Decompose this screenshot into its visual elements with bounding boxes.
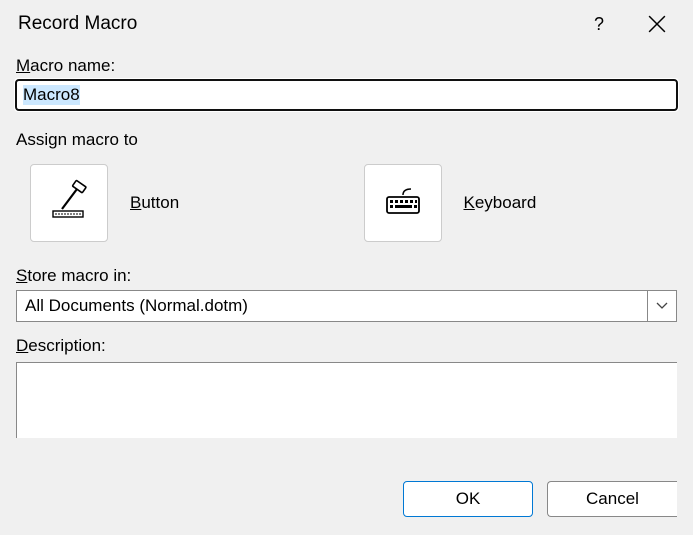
assign-section: Assign macro to <box>16 130 677 242</box>
dialog-buttons: OK Cancel <box>0 469 693 535</box>
assign-label: Assign macro to <box>16 130 677 150</box>
store-label: Store macro in: <box>16 266 677 286</box>
macro-name-input[interactable] <box>16 80 677 110</box>
close-icon[interactable] <box>645 12 669 36</box>
store-select[interactable]: All Documents (Normal.dotm) <box>16 290 677 322</box>
help-icon[interactable]: ? <box>589 14 609 35</box>
assign-button-button[interactable] <box>30 164 108 242</box>
assign-keyboard-button[interactable] <box>364 164 442 242</box>
description-section: Description: <box>16 336 677 443</box>
hammer-icon <box>47 179 91 228</box>
titlebar: Record Macro ? <box>0 0 693 48</box>
store-section: Store macro in: All Documents (Normal.do… <box>16 266 677 322</box>
store-select-value: All Documents (Normal.dotm) <box>16 290 647 322</box>
assign-options: Button <box>16 164 677 242</box>
keyboard-icon <box>381 179 425 228</box>
record-macro-dialog: Record Macro ? Macro name: Assign macro … <box>0 0 693 535</box>
dialog-title: Record Macro <box>18 13 589 35</box>
dialog-content: Macro name: Assign macro to <box>0 48 693 469</box>
chevron-down-icon[interactable] <box>647 290 677 322</box>
assign-keyboard-option: Keyboard <box>364 164 678 242</box>
description-input[interactable] <box>16 362 677 438</box>
assign-keyboard-label: Keyboard <box>464 193 537 213</box>
macro-name-label: Macro name: <box>16 56 677 76</box>
ok-button[interactable]: OK <box>403 481 533 517</box>
description-label: Description: <box>16 336 677 356</box>
titlebar-controls: ? <box>589 12 685 36</box>
cancel-button[interactable]: Cancel <box>547 481 677 517</box>
assign-button-label: Button <box>130 193 179 213</box>
assign-button-option: Button <box>30 164 344 242</box>
